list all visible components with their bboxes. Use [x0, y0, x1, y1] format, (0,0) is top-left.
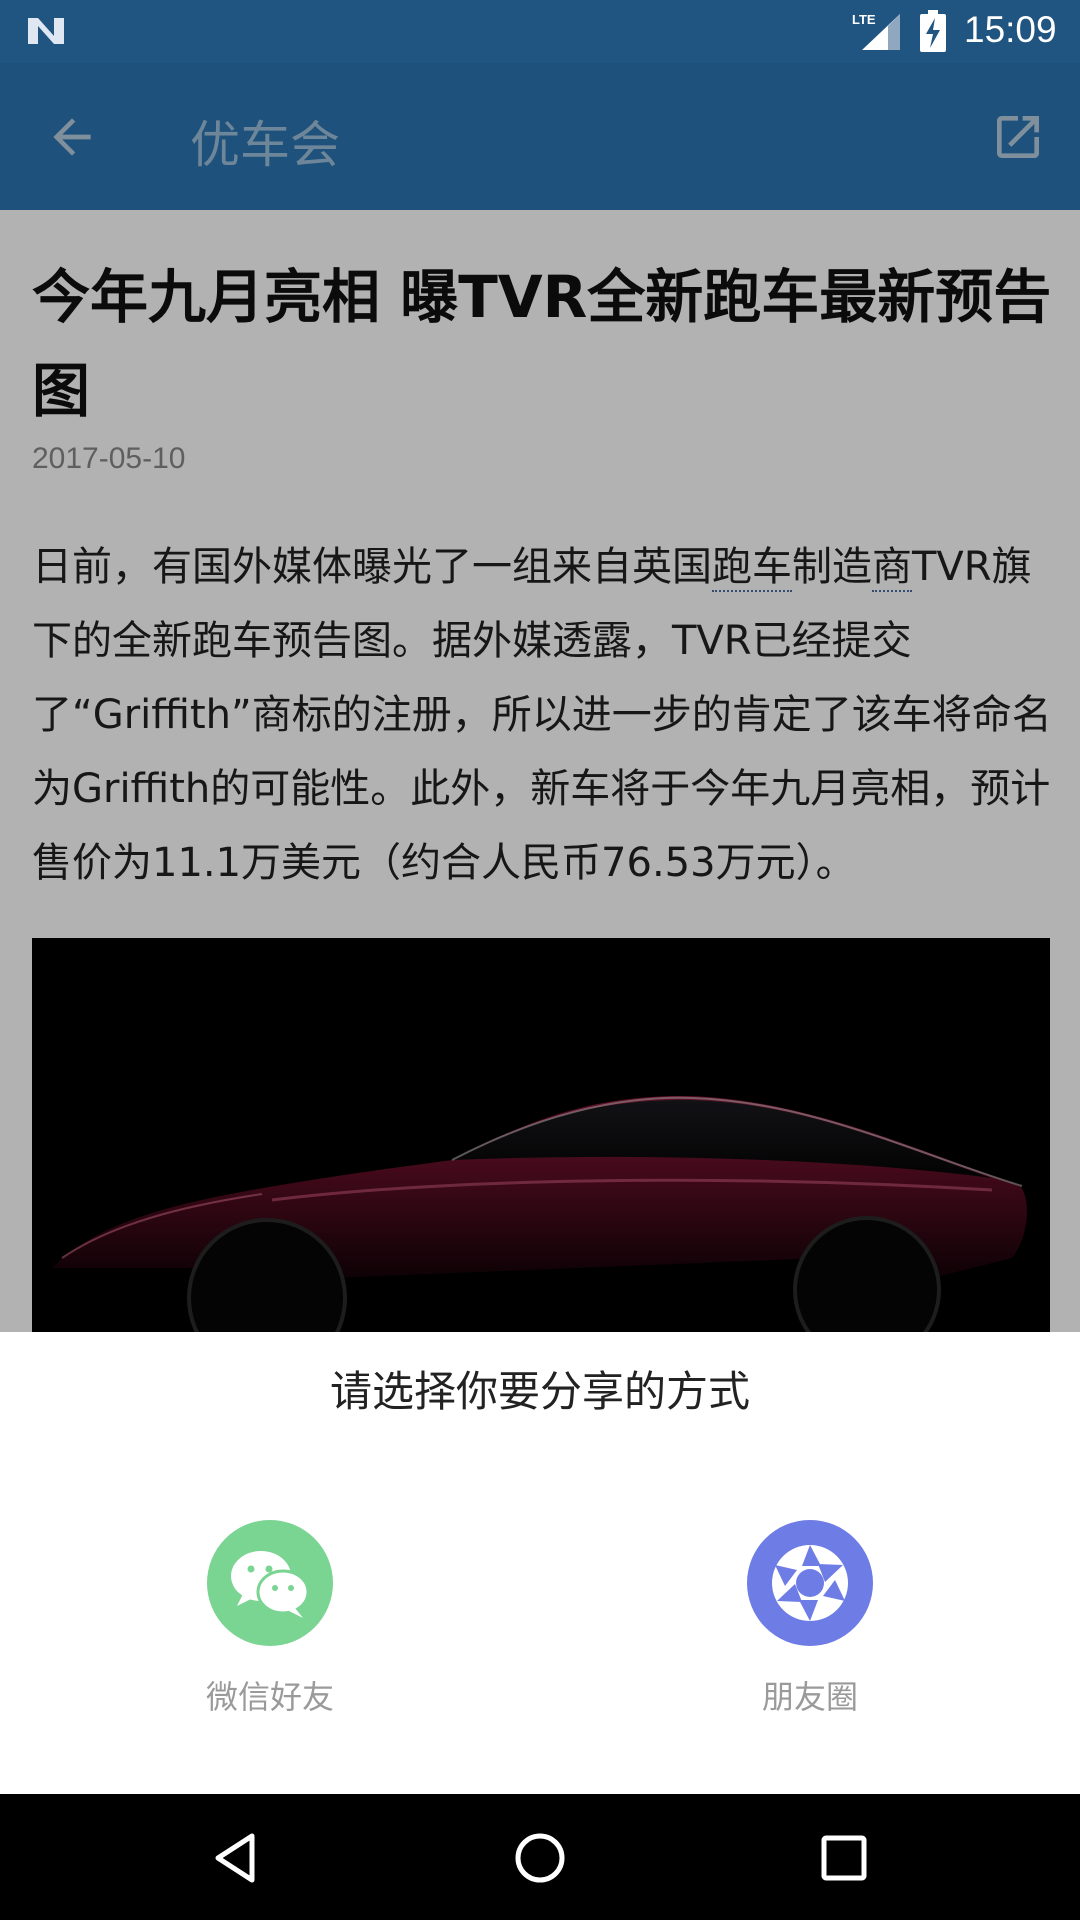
nav-back-icon[interactable]	[206, 1828, 266, 1888]
wechat-icon	[207, 1520, 333, 1646]
lte-signal-icon: LTE	[852, 12, 900, 50]
share-sheet: 请选择你要分享的方式 微信好友 朋友圈	[0, 1332, 1080, 1794]
share-moments[interactable]: 朋友圈	[710, 1520, 910, 1730]
screen: 今年九月亮相 曝TVR全新跑车最新预告图 2017-05-10 日前，有国外媒体…	[0, 0, 1080, 1920]
status-bar: LTE 15:09	[0, 0, 1080, 63]
n-logo-icon	[28, 18, 64, 44]
share-wechat-friends[interactable]: 微信好友	[170, 1520, 370, 1730]
moments-shutter-icon	[747, 1520, 873, 1646]
share-option-label: 微信好友	[205, 1678, 334, 1716]
share-option-label: 朋友圈	[761, 1678, 858, 1716]
modal-scrim[interactable]	[0, 63, 1080, 1332]
nav-home-icon[interactable]	[510, 1828, 570, 1888]
battery-charging-icon	[920, 10, 946, 52]
status-time: 15:09	[964, 9, 1057, 50]
svg-text:LTE: LTE	[852, 12, 876, 27]
system-nav-bar	[0, 1794, 1080, 1920]
share-sheet-title: 请选择你要分享的方式	[329, 1367, 750, 1416]
nav-recents-icon[interactable]	[814, 1828, 874, 1888]
